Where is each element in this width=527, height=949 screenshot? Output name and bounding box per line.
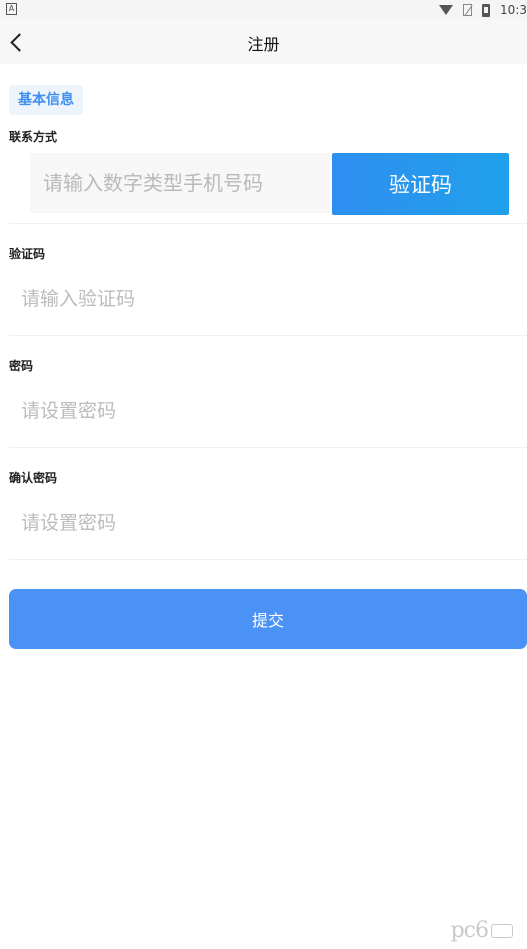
get-code-button[interactable]: 验证码 [332,153,509,215]
navigation-bar: 注册 [0,20,527,64]
password-label: 密码 [9,359,34,373]
section-title-basic-info: 基本信息 [9,85,83,115]
divider [9,447,527,448]
watermark-text: pc6 [450,918,489,943]
status-time: 10:3 [500,3,527,17]
watermark-badge-icon [491,923,513,938]
no-sim-icon [463,4,473,16]
password-input[interactable] [9,389,509,433]
battery-icon [482,3,491,17]
submit-button[interactable]: 提交 [9,589,527,649]
code-input[interactable] [9,277,509,321]
phone-label: 联系方式 [9,130,58,144]
divider [9,559,527,560]
phone-row: 验证码 [30,153,510,215]
code-label: 验证码 [9,247,46,261]
divider [9,223,527,224]
confirm-password-input[interactable] [9,501,509,545]
confirm-password-label: 确认密码 [9,471,58,485]
wifi-icon [439,5,454,15]
status-icons: 10:3 [439,2,527,18]
page-title: 注册 [247,35,280,54]
phone-input[interactable] [30,153,330,213]
divider [9,335,527,336]
watermark-logo: pc6 [451,918,513,943]
status-bar: A 10:3 [0,0,527,20]
notification-icon: A [6,3,17,15]
